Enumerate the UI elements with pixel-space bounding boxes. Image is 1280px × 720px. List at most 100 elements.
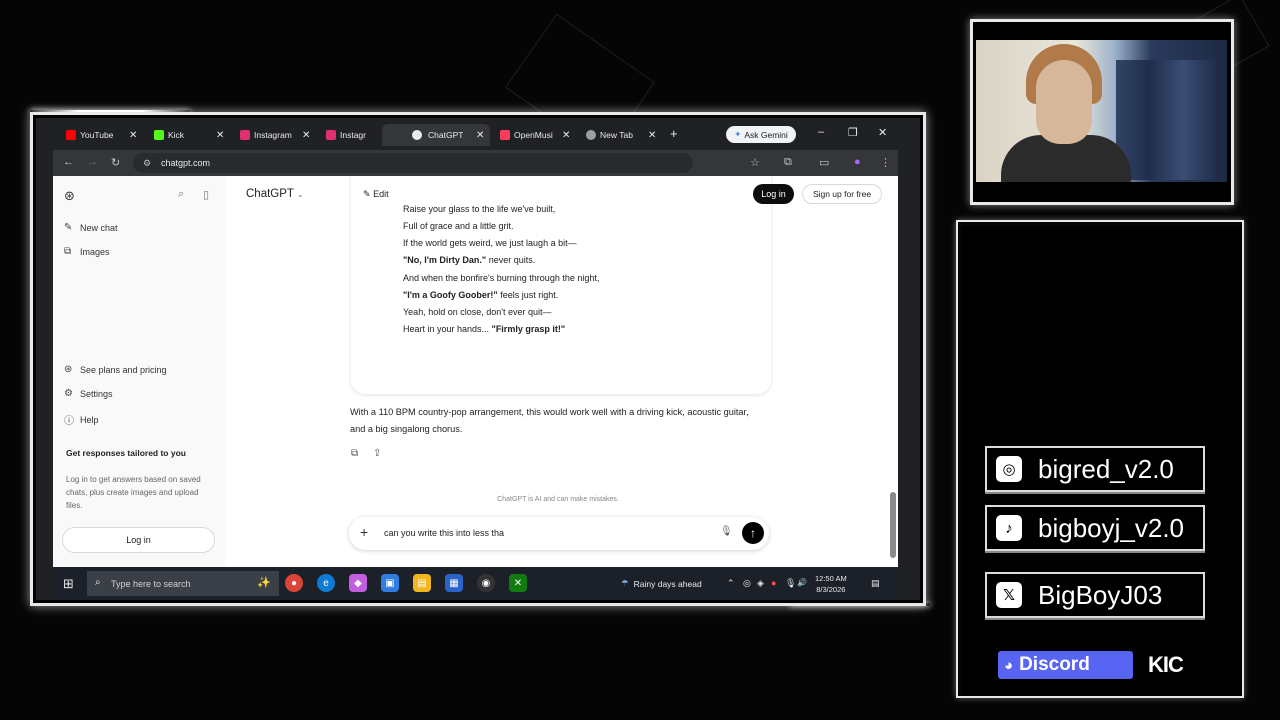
edit-button[interactable]: ✎ Edit	[363, 189, 389, 200]
help-icon: ⓘ	[64, 416, 74, 427]
profile-avatar-icon[interactable]: ●	[854, 156, 861, 168]
tray-app-icon[interactable]: ◎	[743, 578, 751, 589]
close-icon[interactable]: ✕	[648, 130, 656, 141]
site-info-icon[interactable]: ⚙	[143, 158, 151, 169]
promo-title: Get responses tailored to you	[66, 448, 186, 458]
message-input[interactable]: can you write this into less tha	[384, 528, 504, 538]
tab-instagram[interactable]: Instagram ✕	[210, 124, 310, 146]
tab-instagram-2[interactable]: Instagr ✕	[296, 124, 396, 146]
bookmark-star-icon[interactable]: ☆	[750, 156, 760, 169]
copy-icon[interactable]: ⧉	[351, 448, 358, 459]
taskbar-search-input[interactable]: ⌕ Type here to search ✨	[87, 571, 279, 596]
search-icon[interactable]: ⌕	[178, 188, 184, 201]
minimize-icon[interactable]: –	[818, 126, 824, 138]
obs-app-icon[interactable]: ◉	[477, 574, 495, 592]
lyric-line: If the world gets weird, we just laugh a…	[403, 238, 577, 248]
microphone-icon[interactable]: 🎙	[785, 578, 796, 589]
time-text: 12:50 AM	[815, 574, 847, 583]
windows-start-icon[interactable]: ⊞	[63, 576, 74, 592]
lyric-line: "I'm a Goofy Goober!" feels just right.	[403, 290, 559, 300]
copilot-app-icon[interactable]: ◆	[349, 574, 367, 592]
sidepanel-icon[interactable]: ▭	[819, 156, 829, 169]
sidebar-item-label: See plans and pricing	[80, 364, 167, 375]
gemini-label: Ask Gemini	[744, 129, 788, 140]
sidebar-item-label: Help	[80, 414, 99, 425]
new-tab-button[interactable]: +	[670, 126, 678, 141]
plans-icon: ⊛	[64, 364, 73, 375]
sidebar-item-images[interactable]: ⧉ Images	[64, 246, 110, 257]
assistant-message: With a 110 BPM country-pop arrangement, …	[350, 407, 749, 434]
plus-icon[interactable]: +	[360, 524, 368, 540]
notification-icon[interactable]: ▤	[871, 578, 880, 589]
menu-icon[interactable]: ⋮	[880, 156, 891, 169]
tab-label: Instagr	[340, 130, 366, 140]
share-icon[interactable]: ⇪	[373, 448, 381, 459]
windows-taskbar: ⊞ ⌕ Type here to search ✨ ● e ◆ ▣ ▤ ▦ ◉ …	[53, 567, 898, 600]
address-bar[interactable]: ⚙ chatgpt.com	[133, 153, 693, 173]
tray-app-icon[interactable]: ●	[771, 578, 776, 588]
instagram-icon: ◎	[996, 456, 1022, 482]
instagram-icon	[240, 130, 250, 140]
sidebar-item-help[interactable]: ⓘ Help	[64, 412, 99, 428]
scrollbar[interactable]	[890, 492, 896, 558]
tab-label: Instagram	[254, 130, 292, 140]
social-handle: bigred_v2.0	[1038, 453, 1174, 484]
chrome-app-icon[interactable]: ●	[285, 574, 303, 592]
rain-icon: ☂	[621, 578, 629, 588]
sidebar-item-settings[interactable]: ⚙ Settings	[64, 388, 113, 399]
discord-badge: ◕ Discord	[998, 651, 1133, 679]
youtube-icon	[66, 130, 76, 140]
header-login-button[interactable]: Log in	[753, 184, 794, 204]
tab-new-tab[interactable]: New Tab ✕	[556, 124, 656, 146]
speaker-icon[interactable]: 🔊	[797, 578, 807, 587]
lyric-line: Full of grace and a little grit.	[403, 221, 514, 231]
pencil-icon: ✎	[363, 189, 371, 199]
xbox-app-icon[interactable]: ✕	[509, 574, 527, 592]
webcam-person-face	[1036, 60, 1092, 144]
sidebar-item-plans[interactable]: ⊛ See plans and pricing	[64, 364, 167, 375]
close-window-icon[interactable]: ✕	[878, 126, 887, 139]
message-composer[interactable]: + can you write this into less tha 🎙 ↑	[349, 517, 769, 550]
tiktok-icon: ♪	[996, 515, 1022, 541]
sidebar: ⊛ ⌕ ▯ ✎ New chat ⧉ Images ⊛ See plans an…	[53, 176, 225, 567]
weather-widget[interactable]: ☂ Rainy days ahead	[621, 578, 702, 589]
store-app-icon[interactable]: ▣	[381, 574, 399, 592]
send-button[interactable]: ↑	[742, 522, 764, 544]
explorer-app-icon[interactable]: ▤	[413, 574, 431, 592]
ask-gemini-button[interactable]: ✦ Ask Gemini	[726, 126, 796, 143]
app-icon[interactable]: ▦	[445, 574, 463, 592]
tab-kick[interactable]: Kick ✕	[124, 124, 224, 146]
lyric-line: And when the bonfire's burning through t…	[403, 273, 600, 283]
model-label: ChatGPT	[246, 188, 294, 200]
toggle-sidebar-icon[interactable]: ▯	[203, 188, 209, 201]
openai-logo-icon[interactable]: ⊛	[64, 188, 75, 204]
webcam-curtain	[1116, 60, 1216, 180]
openai-icon	[412, 130, 422, 140]
restore-icon[interactable]: ❐	[848, 126, 858, 139]
sidebar-login-button[interactable]: Log in	[62, 527, 215, 553]
tab-label: OpenMusi	[514, 130, 553, 140]
edge-app-icon[interactable]: e	[317, 574, 335, 592]
promo-text: Log in to get answers based on saved cha…	[66, 475, 201, 510]
browser-tab-strip: YouTube ✕ Kick ✕ Instagram ✕ Instagr ✕ C…	[36, 118, 920, 150]
edit-label: Edit	[373, 189, 389, 199]
forward-icon[interactable]: →	[87, 156, 98, 168]
social-handle: BigBoyJ03	[1038, 579, 1163, 610]
microphone-icon[interactable]: 🎙	[720, 526, 733, 537]
lyric-line: "No, I'm Dirty Dan." never quits.	[403, 255, 536, 265]
model-selector[interactable]: ChatGPT ⌄	[246, 188, 304, 200]
tray-app-icon[interactable]: ◈	[757, 578, 764, 589]
reload-icon[interactable]: ↻	[111, 156, 120, 169]
lyrics-canvas: Raise your glass to the life we've built…	[351, 176, 771, 394]
tab-openmusic[interactable]: OpenMusi ✕	[470, 124, 570, 146]
lyric-line: Heart in your hands... "Firmly grasp it!…	[403, 324, 566, 334]
sidebar-item-label: Images	[80, 246, 110, 257]
back-icon[interactable]: ←	[63, 156, 74, 168]
chevron-up-icon[interactable]: ⌃	[727, 578, 735, 589]
extensions-icon[interactable]: ⧉	[784, 156, 792, 169]
sidebar-item-label: Settings	[80, 388, 113, 399]
sidebar-item-new-chat[interactable]: ✎ New chat	[64, 222, 118, 233]
signup-button[interactable]: Sign up for free	[802, 184, 882, 204]
webcam-feed	[976, 40, 1227, 182]
taskbar-clock[interactable]: 12:50 AM 8/3/2026	[815, 573, 847, 595]
